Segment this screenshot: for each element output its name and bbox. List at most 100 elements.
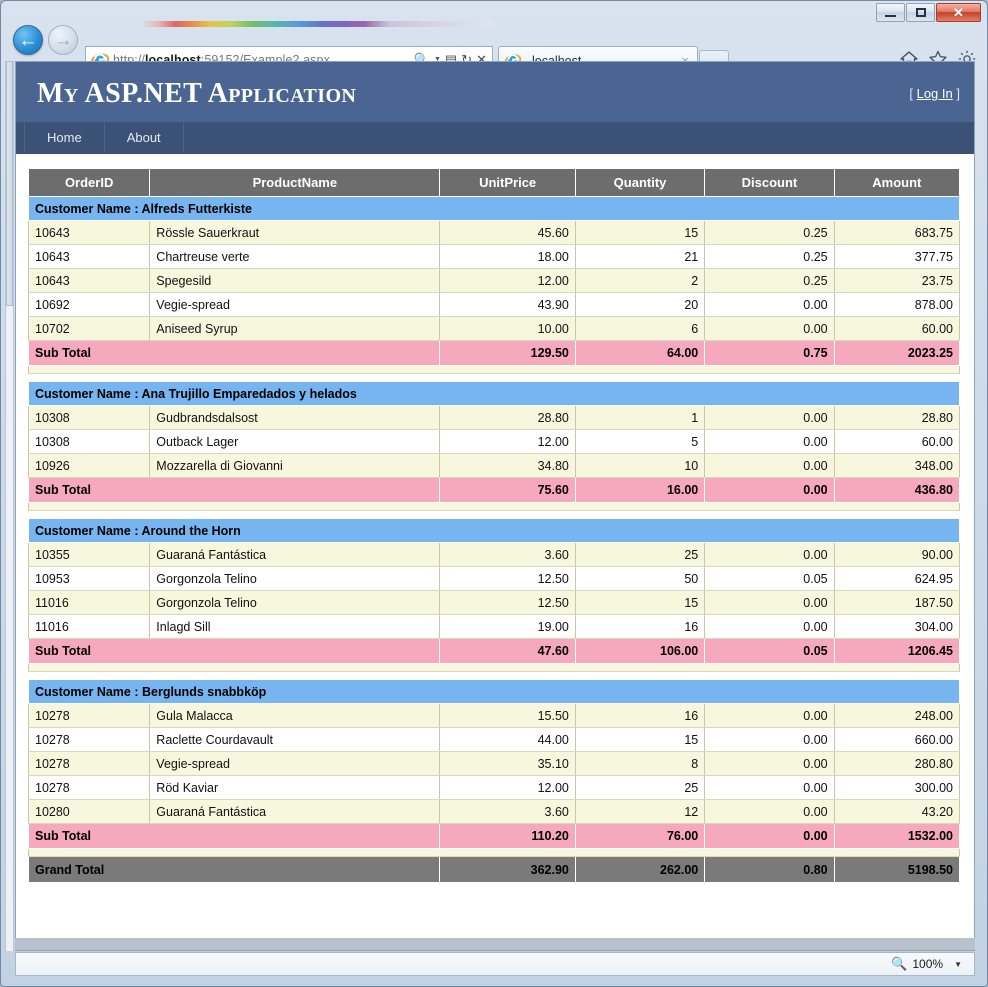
cell-quantity: 6 [574, 316, 706, 341]
group-gap-cell [28, 373, 960, 382]
page-body: OrderID ProductName UnitPrice Quantity D… [16, 154, 974, 883]
spacer-cell [28, 365, 960, 374]
cell-unitprice: 12.50 [439, 566, 576, 591]
cell-discount: 0.25 [704, 244, 835, 269]
cell-amount: 60.00 [833, 316, 961, 341]
spacer-row [28, 663, 960, 672]
cell-quantity: 1 [574, 405, 706, 430]
column-header-productname[interactable]: ProductName [149, 168, 441, 197]
group-header-label: Customer Name : Around the Horn [28, 518, 960, 543]
cell-productname: Guaraná Fantástica [149, 542, 441, 567]
cell-discount: 0.00 [704, 453, 835, 478]
column-header-unitprice[interactable]: UnitPrice [439, 168, 576, 197]
cell-productname: Vegie-spread [149, 292, 441, 317]
nav-item-home[interactable]: Home [24, 122, 105, 152]
cell-unitprice: 45.60 [439, 220, 576, 245]
grand-total-label: Grand Total [27, 856, 441, 883]
group-gap-row [28, 510, 960, 519]
forward-arrow-icon: → [53, 29, 73, 51]
column-header-discount[interactable]: Discount [704, 168, 835, 197]
subtotal-quantity: 106.00 [574, 638, 706, 664]
cell-orderid: 10278 [27, 703, 151, 728]
group-header-row: Customer Name : Berglunds snabbköp [28, 679, 960, 704]
cell-quantity: 25 [574, 775, 706, 800]
group-gap-row [28, 671, 960, 680]
cell-productname: Spegesild [149, 268, 441, 293]
log-in-link[interactable]: Log In [917, 86, 953, 101]
login-bracket-open: [ [909, 86, 913, 101]
nav-link-about[interactable]: About [105, 122, 184, 152]
cell-amount: 187.50 [833, 590, 961, 615]
cell-amount: 248.00 [833, 703, 961, 728]
zoom-control[interactable]: 🔍 100% ▼ [891, 956, 962, 972]
forward-button[interactable]: → [48, 25, 78, 55]
cell-amount: 43.20 [833, 799, 961, 824]
cell-amount: 300.00 [833, 775, 961, 800]
back-button[interactable]: ← [13, 25, 43, 55]
cell-productname: Raclette Courdavault [149, 727, 441, 752]
cell-amount: 660.00 [833, 727, 961, 752]
minimize-button[interactable] [876, 3, 905, 22]
table-row: 10278 Raclette Courdavault 44.00 15 0.00 660.… [27, 727, 961, 752]
cell-discount: 0.00 [704, 727, 835, 752]
cell-discount: 0.00 [704, 751, 835, 776]
subtotal-row: Sub Total 129.50 64.00 0.75 2023.25 [27, 340, 961, 366]
cell-discount: 0.00 [704, 799, 835, 824]
grand-total-amount: 5198.50 [833, 856, 961, 883]
cell-productname: Gudbrandsdalsost [149, 405, 441, 430]
subtotal-unitprice: 129.50 [439, 340, 576, 366]
nav-link-home[interactable]: Home [24, 122, 105, 152]
cell-orderid: 10355 [27, 542, 151, 567]
cell-discount: 0.00 [704, 292, 835, 317]
cell-discount: 0.00 [704, 542, 835, 567]
column-header-orderid[interactable]: OrderID [27, 168, 151, 197]
subtotal-row: Sub Total 47.60 106.00 0.05 1206.45 [27, 638, 961, 664]
table-row: 11016 Gorgonzola Telino 12.50 15 0.00 187.50 [27, 590, 961, 615]
cell-orderid: 10643 [27, 244, 151, 269]
cell-amount: 28.80 [833, 405, 961, 430]
column-header-quantity[interactable]: Quantity [574, 168, 706, 197]
cell-unitprice: 28.80 [439, 405, 576, 430]
subtotal-discount: 0.75 [704, 340, 835, 366]
cell-amount: 348.00 [833, 453, 961, 478]
vertical-scrollbar[interactable] [5, 61, 14, 951]
scrollbar-thumb[interactable] [6, 61, 13, 306]
subtotal-amount: 436.80 [833, 477, 961, 503]
cell-orderid: 10308 [27, 429, 151, 454]
cell-quantity: 15 [574, 590, 706, 615]
spacer-row [28, 502, 960, 511]
cell-discount: 0.00 [704, 590, 835, 615]
maximize-button[interactable] [906, 3, 935, 22]
table-row: 10643 Rössle Sauerkraut 45.60 15 0.25 683.75 [27, 220, 961, 245]
group-header-row: Customer Name : Ana Trujillo Emparedados… [28, 381, 960, 406]
subtotal-quantity: 16.00 [574, 477, 706, 503]
nav-item-about[interactable]: About [105, 122, 184, 152]
cell-productname: Mozzarella di Giovanni [149, 453, 441, 478]
zoom-magnifier-icon[interactable]: 🔍 [891, 956, 907, 972]
cell-amount: 683.75 [833, 220, 961, 245]
group-header-row: Customer Name : Around the Horn [28, 518, 960, 543]
cell-orderid: 10643 [27, 220, 151, 245]
column-header-row: OrderID ProductName UnitPrice Quantity D… [27, 168, 961, 197]
cell-quantity: 25 [574, 542, 706, 567]
maximize-icon [915, 8, 926, 17]
cell-discount: 0.00 [704, 405, 835, 430]
table-row: 11016 Inlagd Sill 19.00 16 0.00 304.00 [27, 614, 961, 639]
cell-unitprice: 12.00 [439, 775, 576, 800]
close-button[interactable]: ✕ [936, 3, 981, 22]
cell-unitprice: 10.00 [439, 316, 576, 341]
subtotal-discount: 0.05 [704, 638, 835, 664]
subtotal-quantity: 64.00 [574, 340, 706, 366]
subtotal-label: Sub Total [27, 823, 441, 849]
login-bracket-close: ] [956, 86, 960, 101]
zoom-caret-icon[interactable]: ▼ [954, 960, 962, 969]
spacer-row [28, 365, 960, 374]
cell-productname: Gula Malacca [149, 703, 441, 728]
cell-quantity: 5 [574, 429, 706, 454]
cell-orderid: 10308 [27, 405, 151, 430]
aspnet-page: My ASP.NET Application [ Log In ] Home A… [16, 62, 974, 950]
subtotal-amount: 1532.00 [833, 823, 961, 849]
column-header-amount[interactable]: Amount [833, 168, 961, 197]
subtotal-unitprice: 75.60 [439, 477, 576, 503]
cell-productname: Gorgonzola Telino [149, 566, 441, 591]
